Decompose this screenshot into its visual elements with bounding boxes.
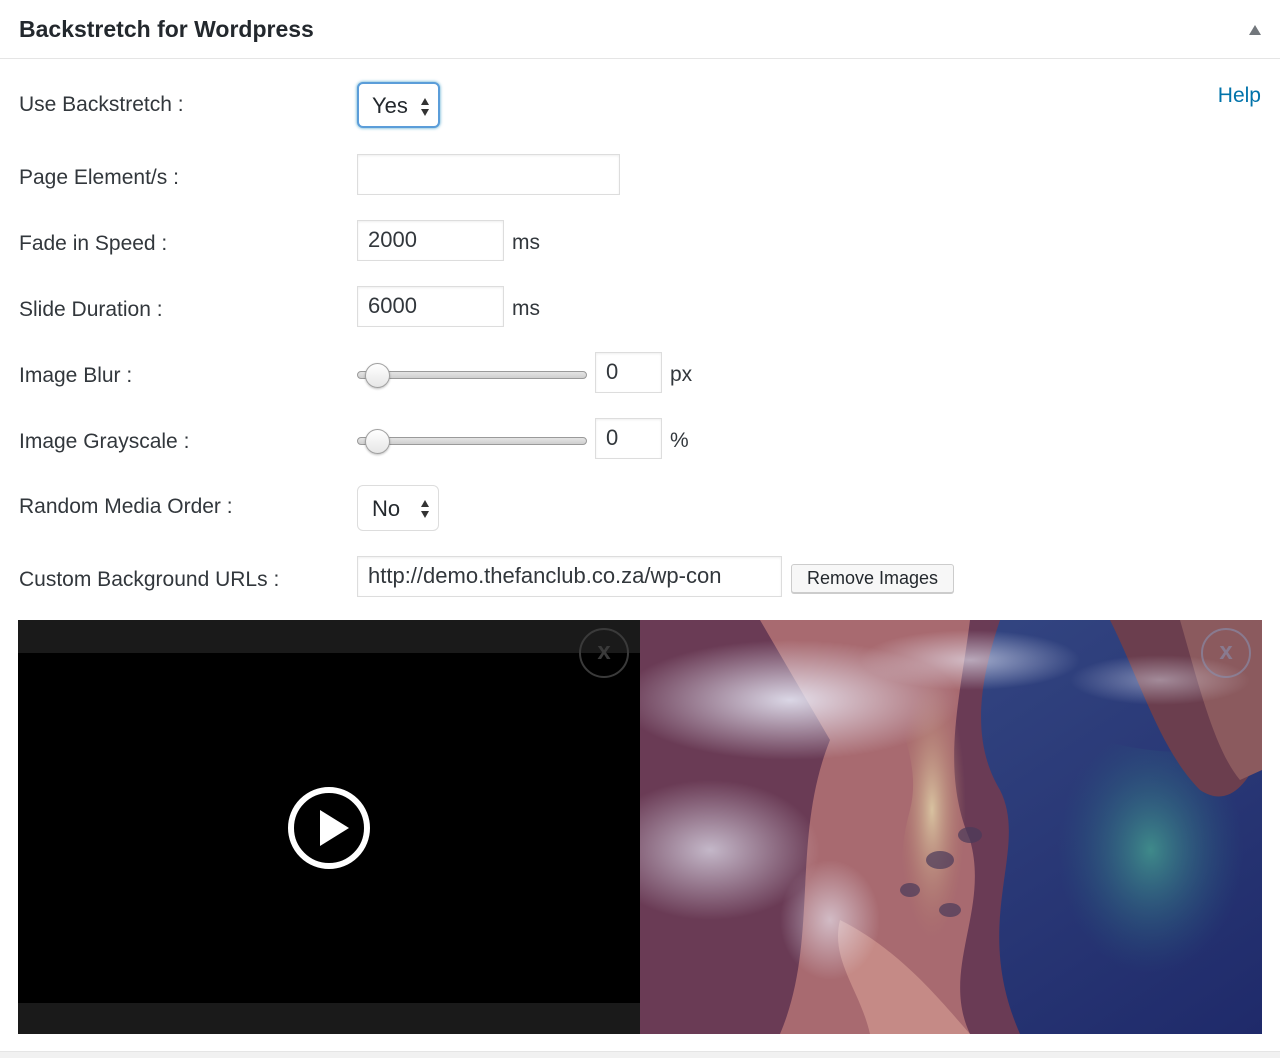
- use-backstretch-label: Use Backstretch :: [19, 93, 184, 116]
- video-letterbox-bottom: [18, 1003, 640, 1034]
- select-arrows-icon: [421, 98, 429, 116]
- fade-in-speed-label: Fade in Speed :: [19, 232, 168, 255]
- slide-duration-input[interactable]: 6000: [357, 286, 504, 327]
- play-icon[interactable]: [287, 786, 371, 870]
- slide-duration-label: Slide Duration :: [19, 298, 163, 321]
- random-media-order-select[interactable]: No: [357, 485, 439, 531]
- image-blur-label: Image Blur :: [19, 364, 133, 387]
- image-blur-slider[interactable]: [357, 371, 587, 379]
- remove-video-button[interactable]: x: [579, 628, 629, 678]
- slide-duration-unit: ms: [512, 297, 540, 320]
- use-backstretch-select[interactable]: Yes: [357, 82, 440, 128]
- backstretch-settings-panel: Backstretch for Wordpress Help Use Backs…: [0, 0, 1280, 1052]
- satellite-photo: [640, 620, 1262, 1034]
- image-grayscale-input[interactable]: 0: [595, 418, 662, 459]
- image-blur-slider-thumb[interactable]: [365, 363, 390, 388]
- image-blur-input[interactable]: 0: [595, 352, 662, 393]
- image-grayscale-slider-thumb[interactable]: [365, 429, 390, 454]
- remove-images-button[interactable]: Remove Images: [791, 564, 954, 593]
- image-grayscale-slider[interactable]: [357, 437, 587, 445]
- use-backstretch-value: Yes: [372, 93, 408, 118]
- select-arrows-icon: [421, 500, 429, 518]
- help-link[interactable]: Help: [1218, 84, 1261, 108]
- random-media-order-label: Random Media Order :: [19, 495, 233, 518]
- collapse-arrow-icon[interactable]: [1248, 24, 1262, 36]
- custom-background-urls-label: Custom Background URLs :: [19, 568, 280, 591]
- fade-in-speed-input[interactable]: 2000: [357, 220, 504, 261]
- background-image-tile[interactable]: [640, 620, 1262, 1034]
- image-blur-unit: px: [670, 363, 693, 386]
- page-elements-input[interactable]: [357, 154, 620, 195]
- random-media-order-value: No: [372, 496, 401, 521]
- video-letterbox-top: [18, 620, 640, 653]
- fade-in-speed-unit: ms: [512, 231, 540, 254]
- custom-background-urls-input[interactable]: http://demo.thefanclub.co.za/wp-con: [357, 556, 782, 597]
- page-elements-label: Page Element/s :: [19, 166, 179, 189]
- remove-image-button[interactable]: x: [1201, 628, 1251, 678]
- panel-title: Backstretch for Wordpress: [19, 16, 314, 42]
- image-grayscale-unit: %: [670, 429, 689, 452]
- image-grayscale-label: Image Grayscale :: [19, 430, 190, 453]
- panel-header: Backstretch for Wordpress: [0, 0, 1280, 59]
